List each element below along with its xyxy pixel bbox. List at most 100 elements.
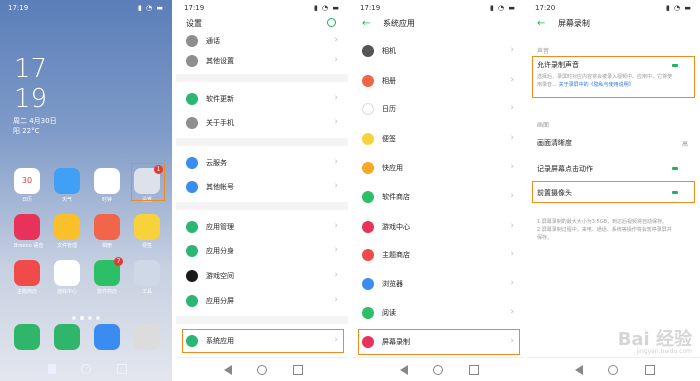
list-item[interactable]: 游戏空间 › xyxy=(176,265,348,287)
app-clock[interactable]: 时钟 xyxy=(94,168,120,203)
status-bar: 17:19 ▮ ◔ ▬ xyxy=(352,0,524,16)
record-taps-label: 记录屏幕点击动作 xyxy=(537,165,593,173)
list-item[interactable]: 应用分屏 › xyxy=(176,290,348,312)
item-icon xyxy=(186,221,198,233)
app-label: 软件商店 xyxy=(96,289,117,295)
item-icon xyxy=(362,162,374,174)
chevron-right-icon: › xyxy=(334,245,338,255)
app-label: 相册 xyxy=(101,243,112,249)
app-theme-store[interactable]: 主题商店 xyxy=(14,260,40,295)
list-item[interactable]: 应用管理 › xyxy=(176,216,348,238)
recents-nav-icon[interactable] xyxy=(292,365,303,375)
record-taps-toggle[interactable] xyxy=(672,167,678,170)
chevron-right-icon: › xyxy=(334,270,338,280)
list-item[interactable]: 关于手机 › xyxy=(176,112,348,134)
list-item[interactable]: 相机 › xyxy=(352,40,524,62)
game-center-icon xyxy=(54,260,80,286)
list-item[interactable]: 通话 › xyxy=(176,30,348,52)
browser-icon xyxy=(94,324,120,350)
item-icon xyxy=(362,133,374,145)
back-nav-icon[interactable] xyxy=(400,365,409,375)
app-breeno[interactable]: Breeno 语音 xyxy=(14,214,44,249)
home-nav-icon[interactable] xyxy=(608,365,619,375)
list-item[interactable]: 浏览器 › xyxy=(352,273,524,295)
list-item[interactable]: 快应用 › xyxy=(352,157,524,179)
recents-nav-icon[interactable] xyxy=(116,364,127,374)
app-phone[interactable] xyxy=(14,324,40,352)
back-arrow-icon[interactable]: ← xyxy=(362,18,370,29)
list-item[interactable]: 其他设置 › xyxy=(176,50,348,72)
app-browser[interactable] xyxy=(94,324,120,352)
app-camera[interactable] xyxy=(134,324,160,352)
item-label: 关于手机 xyxy=(206,119,234,127)
clock-minute: 19 xyxy=(14,84,48,114)
chevron-right-icon: › xyxy=(510,249,514,259)
app-label: 便签 xyxy=(141,243,152,249)
item-icon xyxy=(362,221,374,233)
app-game-center[interactable]: 游戏中心 xyxy=(54,260,80,295)
item-icon xyxy=(186,270,198,282)
app-folder[interactable]: 文件管理 xyxy=(54,214,80,249)
app-notes[interactable]: 便签 xyxy=(134,214,160,249)
list-item[interactable]: 阅读 › xyxy=(352,302,524,324)
clarity-value[interactable]: 高 xyxy=(682,139,688,148)
clarity-label[interactable]: 画面清晰度 xyxy=(537,138,572,148)
back-arrow-icon[interactable]: ← xyxy=(537,18,545,29)
item-label: 相册 xyxy=(382,77,396,85)
app-message[interactable] xyxy=(54,324,80,352)
weather-line: 阳 22°C xyxy=(13,127,40,135)
chevron-right-icon: › xyxy=(334,295,338,305)
list-item[interactable]: 主题商店 › xyxy=(352,244,524,266)
recents-nav-icon[interactable] xyxy=(644,365,655,375)
item-icon xyxy=(362,249,374,261)
back-nav-icon[interactable] xyxy=(224,365,233,375)
app-label: Breeno 语音 xyxy=(14,243,44,249)
back-nav-icon[interactable] xyxy=(575,365,584,375)
item-label: 软件商店 xyxy=(382,193,410,201)
list-item[interactable]: 应用分身 › xyxy=(176,240,348,262)
item-icon xyxy=(186,295,198,307)
chevron-right-icon: › xyxy=(334,181,338,191)
home-nav-icon[interactable] xyxy=(80,364,91,374)
home-nav-icon[interactable] xyxy=(256,365,267,375)
date-widget: 周二 4月30日 阳 22°C xyxy=(13,116,57,136)
chevron-right-icon: › xyxy=(334,93,338,103)
app-gallery[interactable]: 相册 xyxy=(94,214,120,249)
list-item[interactable]: 软件商店 › xyxy=(352,186,524,208)
item-icon xyxy=(186,93,198,105)
list-item[interactable]: 便签 › xyxy=(352,128,524,150)
search-icon[interactable] xyxy=(327,18,336,27)
clock-hour: 17 xyxy=(14,54,48,84)
app-label: 日历 xyxy=(21,197,32,203)
home-screen-panel: 17:19 ▮ ◔ ▬ 17 19 周二 4月30日 阳 22°C 30 日历 天气… xyxy=(0,0,172,381)
chevron-right-icon: › xyxy=(334,157,338,167)
clock-icon xyxy=(94,168,120,194)
chevron-right-icon: › xyxy=(334,117,338,127)
back-nav-icon[interactable] xyxy=(48,364,57,374)
item-label: 相机 xyxy=(382,47,396,55)
app-weather[interactable]: 天气 xyxy=(54,168,80,203)
item-icon xyxy=(362,103,374,115)
app-label: 游戏中心 xyxy=(56,289,77,295)
list-item[interactable]: 游戏中心 › xyxy=(352,216,524,238)
list-item[interactable]: 软件更新 › xyxy=(176,88,348,110)
nav-bar xyxy=(0,357,172,381)
item-label: 应用分屏 xyxy=(206,297,234,305)
home-nav-icon[interactable] xyxy=(432,365,443,375)
watermark-url: jingyan.baidu.com xyxy=(636,348,692,355)
item-label: 应用管理 xyxy=(206,223,234,231)
weather-icon xyxy=(54,168,80,194)
list-item[interactable]: 其他帐号 › xyxy=(176,176,348,198)
chevron-right-icon: › xyxy=(510,278,514,288)
list-item[interactable]: 日历 › xyxy=(352,98,524,120)
list-item[interactable]: 云服务 › xyxy=(176,152,348,174)
app-calendar[interactable]: 30 日历 xyxy=(14,168,40,203)
app-tools[interactable]: 工具 xyxy=(134,260,160,295)
list-item[interactable]: 相册 › xyxy=(352,70,524,92)
recents-nav-icon[interactable] xyxy=(468,365,479,375)
status-icons: ▮ ◔ ▬ xyxy=(137,4,164,12)
highlight-screen-record xyxy=(358,329,520,355)
app-app-store[interactable]: 7 软件商店 xyxy=(94,257,123,295)
item-icon xyxy=(186,117,198,129)
item-label: 快应用 xyxy=(382,164,403,172)
